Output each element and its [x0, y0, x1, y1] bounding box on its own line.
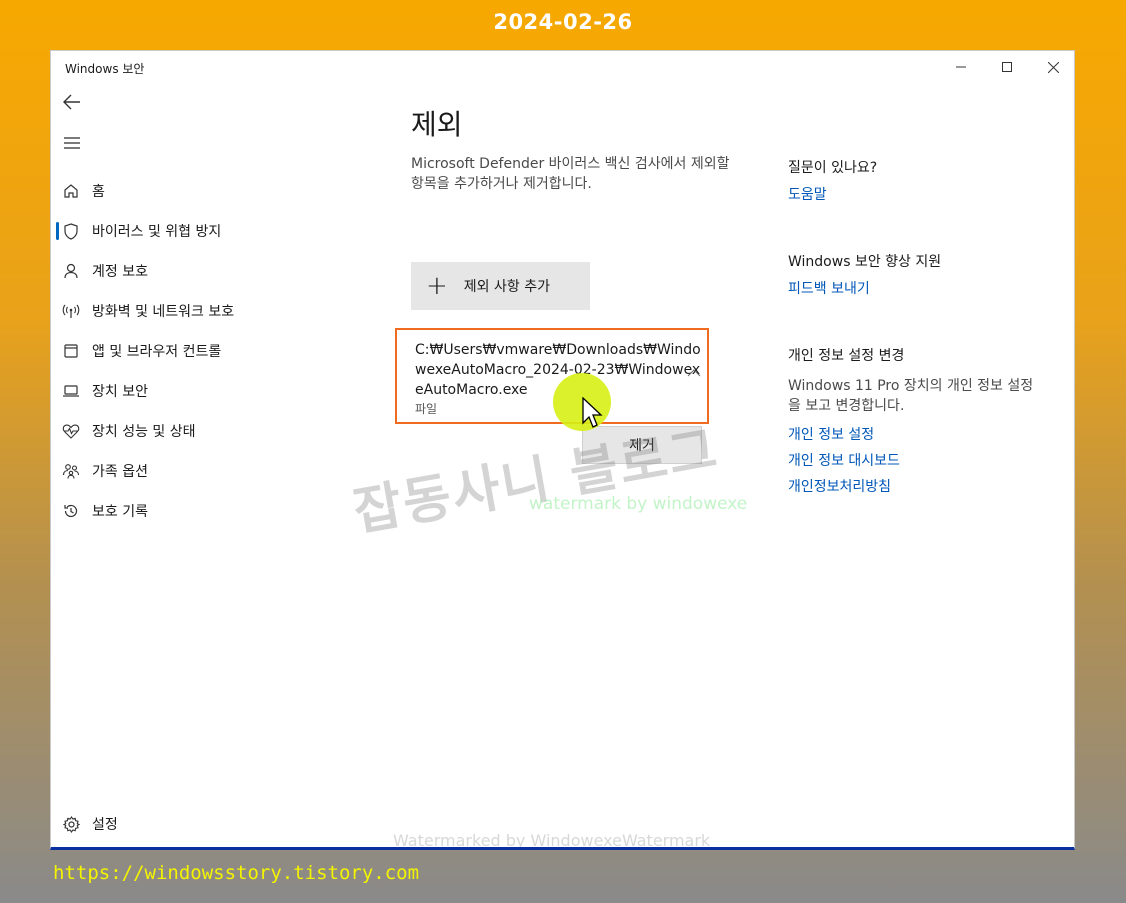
home-icon — [62, 182, 80, 200]
gear-icon — [62, 815, 80, 833]
window-title: Windows 보안 — [65, 62, 145, 76]
nav-label: 계정 보호 — [92, 264, 148, 280]
mouse-cursor-icon — [582, 397, 603, 428]
nav-label: 장치 보안 — [92, 384, 148, 400]
maximize-button[interactable] — [984, 51, 1030, 83]
nav-label: 앱 및 브라우저 컨트롤 — [92, 344, 222, 360]
chevron-up-icon[interactable] — [687, 366, 701, 380]
remove-button[interactable]: 제거 — [582, 426, 702, 464]
nav-item-firewall[interactable]: 방화벽 및 네트워크 보호 — [56, 293, 376, 329]
nav-item-family-options[interactable]: 가족 옵션 — [56, 453, 376, 489]
watermark-bottom: Watermarked by WindowexeWatermark — [393, 831, 711, 850]
windows-security-window: Windows 보안 홈 바이러스 및 위협 방지 계정 보호 방화벽 및 네트… — [50, 50, 1075, 850]
add-exclusion-label: 제외 사항 추가 — [463, 279, 550, 295]
feedback-link[interactable]: 피드백 보내기 — [788, 278, 870, 298]
title-bar: Windows 보안 — [51, 51, 1074, 83]
nav-label: 장치 성능 및 상태 — [92, 424, 196, 440]
history-icon — [62, 502, 80, 520]
add-exclusion-button[interactable]: + 제외 사항 추가 — [411, 262, 590, 310]
nav-label: 바이러스 및 위협 방지 — [92, 224, 222, 240]
settings-label: 설정 — [92, 817, 118, 833]
nav-label: 보호 기록 — [92, 504, 148, 520]
page-description: Microsoft Defender 바이러스 백신 검사에서 제외할 항목을 … — [411, 156, 730, 192]
nav-item-home[interactable]: 홈 — [56, 173, 376, 209]
privacy-text: Windows 11 Pro 장치의 개인 정보 설정을 보고 변경합니다. — [788, 378, 1034, 414]
privacy-dashboard-link[interactable]: 개인 정보 대시보드 — [788, 450, 900, 470]
watermark-green: watermark by windowexe — [529, 494, 748, 514]
improve-heading: Windows 보안 향상 지원 — [788, 254, 942, 270]
privacy-settings-link[interactable]: 개인 정보 설정 — [788, 424, 874, 444]
hamburger-icon — [64, 137, 80, 149]
page-title: 제외 — [411, 108, 463, 141]
nav-item-protection-history[interactable]: 보호 기록 — [56, 493, 376, 529]
url-overlay: https://windowsstory.tistory.com — [53, 862, 420, 884]
minimize-button[interactable] — [938, 51, 984, 83]
nav-label: 가족 옵션 — [92, 464, 148, 480]
close-button[interactable] — [1030, 51, 1074, 83]
plus-icon: + — [426, 271, 448, 301]
help-link[interactable]: 도움말 — [788, 184, 827, 204]
app-window-icon — [62, 342, 80, 360]
nav-label: 방화벽 및 네트워크 보호 — [92, 304, 235, 320]
active-indicator — [56, 222, 59, 240]
privacy-policy-link[interactable]: 개인정보처리방침 — [788, 476, 891, 496]
laptop-icon — [62, 382, 80, 400]
exclusion-type: 파일 — [415, 402, 438, 416]
nav-item-virus-protection[interactable]: 바이러스 및 위협 방지 — [56, 213, 376, 249]
nav-item-app-browser[interactable]: 앱 및 브라우저 컨트롤 — [56, 333, 376, 369]
family-icon — [62, 462, 80, 480]
nav-label: 홈 — [92, 184, 105, 200]
remove-label: 제거 — [629, 438, 655, 454]
person-icon — [62, 262, 80, 280]
nav-item-device-performance[interactable]: 장치 성능 및 상태 — [56, 413, 376, 449]
privacy-heading: 개인 정보 설정 변경 — [788, 348, 905, 364]
wifi-signal-icon — [62, 302, 80, 320]
maximize-icon — [1002, 62, 1012, 72]
date-overlay: 2024-02-26 — [493, 10, 633, 34]
menu-button[interactable] — [61, 133, 83, 153]
help-heading: 질문이 있나요? — [788, 160, 878, 176]
close-icon — [1047, 61, 1059, 73]
exclusion-item[interactable]: C:₩Users₩vmware₩Downloads₩WindowexeAutoM… — [395, 328, 709, 424]
minimize-icon — [956, 66, 966, 68]
heart-pulse-icon — [62, 422, 80, 440]
nav-item-account-protection[interactable]: 계정 보호 — [56, 253, 376, 289]
nav-item-device-security[interactable]: 장치 보안 — [56, 373, 376, 409]
nav-item-settings[interactable]: 설정 — [62, 811, 118, 837]
shield-icon — [62, 222, 80, 240]
back-button[interactable] — [61, 91, 83, 113]
arrow-left-icon — [63, 94, 80, 110]
